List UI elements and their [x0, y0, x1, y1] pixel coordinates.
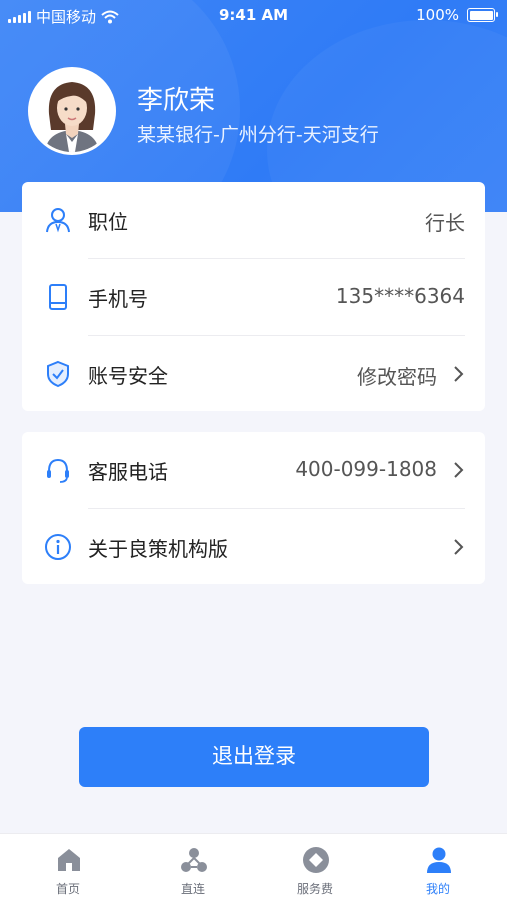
service-fee-icon [303, 847, 329, 873]
tab-service-fee[interactable]: 服务费 [252, 834, 378, 900]
position-row: 职位 行长 [22, 182, 485, 259]
bottom-tab-bar: 首页 直连 服务费 我的 [0, 833, 507, 900]
support-card: 客服电话 400-099-1808 关于良策机构版 [22, 432, 485, 584]
profile-icon [427, 847, 451, 873]
user-name: 李欣荣 [137, 86, 216, 116]
battery-icon [467, 8, 498, 22]
info-icon [45, 534, 71, 560]
logout-button[interactable]: 退出登录 [79, 727, 429, 787]
about-label: 关于良策机构版 [88, 537, 228, 561]
home-icon [58, 849, 80, 871]
account-security-row[interactable]: 账号安全 修改密码 [22, 336, 485, 413]
change-password-link[interactable]: 修改密码 [357, 361, 437, 390]
user-organization: 某某银行-广州分行-天河支行 [137, 124, 379, 146]
headset-icon [47, 458, 69, 483]
tab-home[interactable]: 首页 [5, 834, 131, 900]
tab-connect[interactable]: 直连 [130, 834, 256, 900]
tab-service-fee-label: 服务费 [296, 882, 333, 896]
phone-icon [49, 284, 67, 310]
phone-value: 135****6364 [335, 284, 465, 308]
chevron-right-icon [454, 539, 464, 555]
customer-service-label: 客服电话 [88, 460, 168, 484]
avatar[interactable] [28, 67, 116, 155]
phone-label: 手机号 [88, 287, 148, 311]
shield-icon [47, 360, 69, 388]
user-avatar-icon [31, 70, 113, 152]
tab-home-label: 首页 [55, 882, 80, 896]
position-label: 职位 [88, 210, 128, 234]
phone-row: 手机号 135****6364 [22, 259, 485, 336]
account-security-label: 账号安全 [88, 364, 168, 388]
customer-service-row[interactable]: 客服电话 400-099-1808 [22, 432, 485, 509]
tab-connect-label: 直连 [180, 882, 205, 896]
tab-profile[interactable]: 我的 [375, 834, 501, 900]
account-info-card: 职位 行长 手机号 135****6364 账号安全 修改密码 [22, 182, 485, 411]
chevron-right-icon [454, 366, 464, 382]
position-value: 行长 [425, 211, 465, 235]
battery-percent: 100% [416, 6, 459, 24]
customer-service-number[interactable]: 400-099-1808 [295, 457, 437, 481]
status-bar: 中国移动 9:41 AM 100% [0, 0, 507, 30]
about-row[interactable]: 关于良策机构版 [22, 509, 485, 586]
chevron-right-icon [454, 462, 464, 478]
user-icon [46, 208, 70, 233]
connect-icon [181, 848, 207, 872]
tab-profile-label: 我的 [425, 882, 450, 896]
